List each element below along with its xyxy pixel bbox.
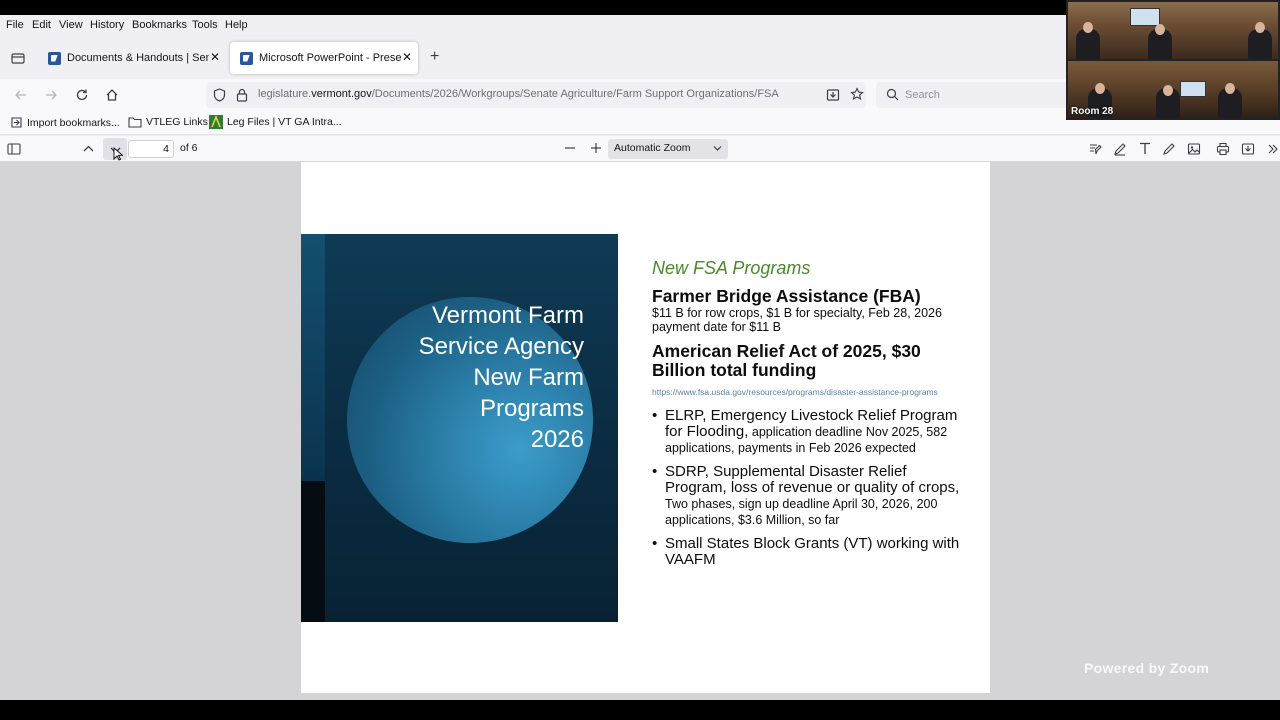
powerpoint-favicon-icon (48, 51, 61, 65)
tab-powerpoint-presentation[interactable]: Microsoft PowerPoint - Presentation ✕ (230, 42, 418, 74)
bullet-main: SDRP, Supplemental Disaster Relief Progr… (665, 462, 960, 496)
participant (1163, 85, 1173, 96)
tracking-shield-icon[interactable] (213, 88, 226, 102)
forward-icon[interactable] (44, 88, 58, 102)
menu-help[interactable]: Help (225, 19, 248, 31)
participant (1155, 24, 1165, 35)
participant (1076, 29, 1100, 59)
menu-edit[interactable]: Edit (32, 19, 51, 31)
tab-title: Documents & Handouts | Senate (67, 52, 209, 64)
list-item: SDRP, Supplemental Disaster Relief Progr… (652, 462, 972, 528)
search-icon (886, 88, 899, 101)
reload-icon[interactable] (75, 88, 89, 102)
participant (1225, 83, 1235, 94)
powerpoint-favicon-icon (240, 51, 253, 65)
participant (1248, 29, 1272, 59)
fsa-link[interactable]: https://www.fsa.usda.gov/resources/progr… (652, 387, 972, 398)
menu-file[interactable]: File (6, 19, 24, 31)
url-text: legislature.vermont.gov/Documents/2026/W… (258, 88, 779, 100)
image-tool-icon[interactable] (1187, 142, 1201, 156)
home-icon[interactable] (105, 88, 119, 102)
ara-heading: American Relief Act of 2025, $30 Billion… (652, 341, 921, 380)
powered-by-zoom-watermark: Powered by Zoom (1084, 660, 1210, 676)
slide-title-image: Vermont Farm Service Agency New Farm Pro… (301, 234, 618, 622)
folder-icon (128, 117, 142, 128)
bullet-detail: Two phases, sign up deadline April 30, 2… (665, 496, 938, 527)
previous-page-icon[interactable] (82, 143, 95, 155)
url-path: /Documents/2026/Workgroups/Senate Agricu… (371, 88, 779, 100)
url-domain: vermont.gov (311, 88, 372, 100)
zoom-value: Automatic Zoom (614, 142, 691, 154)
slide-image-title: Vermont Farm Service Agency New Farm Pro… (418, 302, 584, 453)
search-box[interactable]: Search (876, 82, 1076, 108)
text-tool-icon[interactable] (1138, 141, 1152, 155)
bookmark-label: Leg Files | VT GA Intra... (227, 116, 342, 128)
zoom-in-icon[interactable] (590, 142, 602, 154)
search-placeholder: Search (905, 89, 940, 101)
decorative-band (301, 481, 325, 622)
video-feed-1 (1068, 2, 1278, 59)
list-item: ELRP, Emergency Livestock Relief Program… (652, 407, 972, 456)
wall-screen (1180, 81, 1206, 97)
bookmark-label: VTLEG Links (146, 116, 208, 128)
save-download-icon[interactable] (1241, 142, 1255, 156)
fba-text: $11 B for row crops, $1 B for specialty,… (652, 306, 942, 334)
menu-view[interactable]: View (59, 19, 83, 31)
address-bar[interactable]: legislature.vermont.gov/Documents/2026/W… (206, 82, 866, 108)
slide-text-panel: New FSA Programs Farmer Bridge Assistanc… (652, 258, 972, 576)
participant (1095, 83, 1105, 94)
pdf-toolbar: 4 of 6 Automatic Zoom (0, 136, 1280, 162)
bookmark-leg-files[interactable]: Leg Files | VT GA Intra... (209, 115, 342, 129)
menu-history[interactable]: History (90, 19, 124, 31)
participant (1255, 22, 1265, 33)
video-thumbnails (1066, 0, 1280, 120)
zoom-select[interactable]: Automatic Zoom (608, 139, 728, 159)
new-tab-button[interactable]: + (430, 49, 439, 65)
bullet-main: Small States Block Grants (VT) working w… (665, 534, 960, 568)
menu-tools[interactable]: Tools (192, 19, 218, 31)
room-label: Room 28 (1071, 106, 1114, 117)
participant (1083, 22, 1093, 33)
lock-icon[interactable] (236, 88, 248, 102)
more-tools-icon[interactable] (1267, 142, 1279, 156)
tab-close-icon[interactable]: ✕ (402, 50, 412, 64)
import-icon (11, 117, 22, 128)
program-list: ELRP, Emergency Livestock Relief Program… (652, 407, 972, 568)
print-icon[interactable] (1216, 142, 1230, 156)
mouse-cursor-icon (113, 147, 123, 161)
pdf-page: Vermont Farm Service Agency New Farm Pro… (301, 162, 990, 693)
tab-overview-icon[interactable] (11, 52, 25, 64)
bookmark-star-icon[interactable] (850, 87, 864, 101)
menu-bookmarks[interactable]: Bookmarks (132, 19, 187, 31)
list-item: Small States Block Grants (VT) working w… (652, 534, 972, 568)
bookmark-label: Import bookmarks... (27, 116, 120, 129)
pdf-viewer[interactable]: Vermont Farm Service Agency New Farm Pro… (0, 162, 1280, 700)
page-count: of 6 (180, 142, 198, 154)
bookmark-import[interactable]: Import bookmarks... (10, 116, 120, 129)
tab-title: Microsoft PowerPoint - Presentation (259, 52, 401, 64)
url-prefix: legislature. (258, 88, 312, 100)
next-page-button[interactable] (103, 138, 127, 161)
draw-tool-icon[interactable] (1113, 142, 1127, 156)
tab-close-icon[interactable]: ✕ (210, 50, 220, 64)
slide-subtitle: New FSA Programs (652, 258, 811, 278)
vt-ga-favicon-icon (209, 115, 223, 129)
signature-tool-icon[interactable] (1162, 142, 1176, 156)
highlight-tool-icon[interactable] (1088, 142, 1102, 156)
chevron-down-icon (713, 146, 722, 151)
sidebar-toggle-icon[interactable] (7, 143, 21, 155)
tab-documents-handouts[interactable]: Documents & Handouts | Senate ✕ (38, 42, 226, 74)
fba-heading: Farmer Bridge Assistance (FBA) (652, 286, 921, 306)
page-number-input[interactable]: 4 (128, 140, 174, 158)
wall-screen (1130, 8, 1160, 26)
back-icon[interactable] (14, 88, 28, 102)
save-to-pocket-icon[interactable] (826, 88, 840, 102)
zoom-out-icon[interactable] (564, 142, 576, 154)
bookmark-vtleg-links[interactable]: VTLEG Links (128, 116, 208, 128)
